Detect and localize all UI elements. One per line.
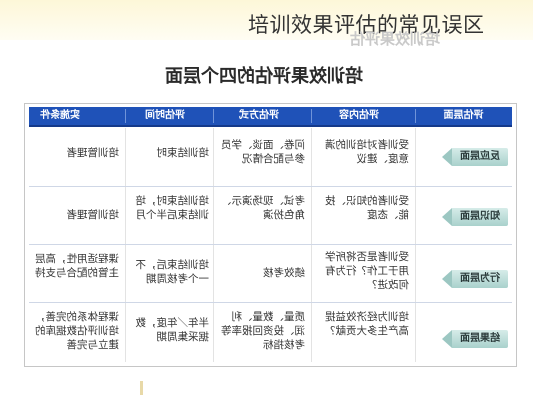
level-tag-knowledge: 知识层面: [442, 208, 508, 226]
row4-conditions: 课程体系的完善，培训评估数据库的建立与完善: [35, 311, 119, 351]
tag-arrow-icon: [442, 208, 452, 226]
tag-arrow-icon: [442, 270, 452, 288]
table-title: 培训效果评估的四个层面: [165, 66, 363, 87]
decorative-mark: [140, 381, 143, 395]
header-level: 评估层面: [443, 110, 484, 121]
row1-level: 反应层面: [460, 151, 500, 162]
row4-level: 结果层面: [460, 333, 500, 344]
row3-method: 绩效考核: [263, 267, 305, 279]
row2-content: 受训者的知识、技能、态度: [325, 195, 409, 221]
row1-time: 培训结束时: [156, 147, 210, 159]
header-conditions: 实施条件: [40, 110, 80, 121]
row4-content: 培训为经济效益提高产生多大贡献？: [325, 311, 409, 337]
row2-time: 培训结束时，培训结束后半个月: [135, 195, 210, 221]
level-tag-reaction: 反应层面: [442, 148, 508, 166]
row4-time: 半年／年度，数据采集周期: [135, 317, 210, 343]
row2-conditions: 培训管理者: [66, 209, 120, 221]
tag-arrow-icon: [442, 330, 452, 348]
table-header-row: 实施条件 评估时间 评估方式 评估内容 评估层面: [29, 107, 512, 127]
header-method: 评估方式: [239, 110, 279, 121]
row2-level: 知识层面: [460, 211, 500, 222]
row1-method: 问卷、面谈、学员参与配合情况: [221, 139, 305, 165]
row3-content: 受训者是否将所学用于工作？行为有何改进？: [325, 251, 409, 291]
row3-time: 培训结束后，不一个考核周期: [135, 259, 210, 285]
header-time: 评估时间: [145, 110, 185, 121]
evaluation-table: 实施条件 评估时间 评估方式 评估内容 评估层面 培训管理者 培训结束时 问卷、…: [24, 103, 517, 367]
row2-method: 考试、现场演示、角色扮演: [221, 195, 305, 221]
row1-conditions: 培训管理者: [66, 147, 120, 159]
header-content: 评估内容: [339, 110, 379, 121]
level-tag-result: 结果层面: [442, 330, 508, 348]
slide-ghost-title: 培训效果评估: [350, 30, 441, 48]
row3-level: 行为层面: [460, 273, 500, 284]
level-tag-behavior: 行为层面: [442, 270, 508, 288]
row3-conditions: 课程适用性，高层主管的配合与支持: [35, 253, 119, 279]
tag-arrow-icon: [442, 148, 452, 166]
row4-method: 质量、数量、利润、投资回报率等考核指标: [221, 311, 305, 351]
row1-content: 受训者对培训的满意度、建议: [325, 139, 409, 165]
